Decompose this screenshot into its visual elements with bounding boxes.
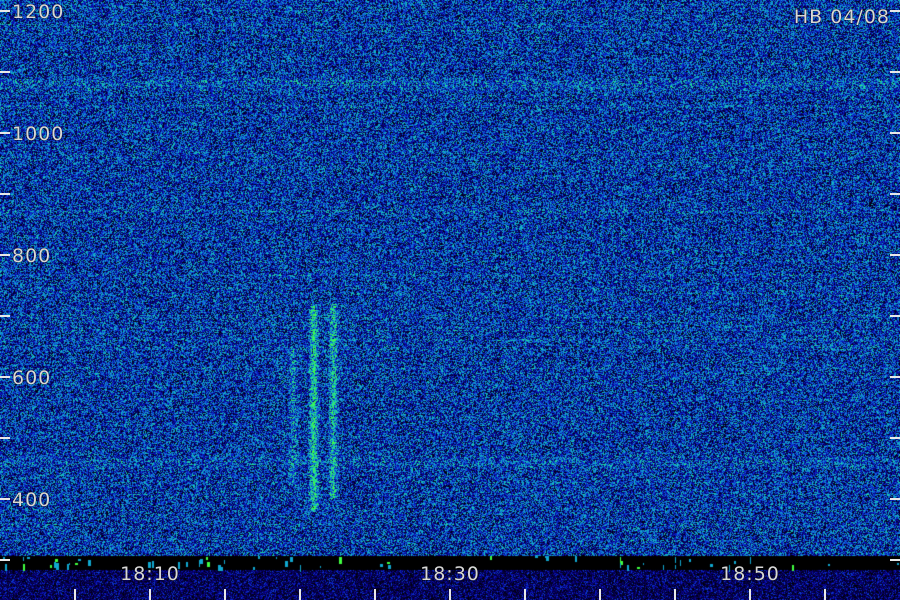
y-tick-label: 600 — [12, 367, 51, 389]
y-tick-label: 1000 — [12, 123, 64, 145]
x-tick-label: 18:30 — [420, 563, 480, 585]
y-tick-label: 400 — [12, 489, 51, 511]
spectrogram-chart: 1200 1000 800 600 400 18:10 18:30 18:50 HB 04/… — [0, 0, 900, 600]
station-date-label: HB 04/08 — [794, 6, 890, 28]
x-tick-label: 18:50 — [720, 563, 780, 585]
x-tick-label: 18:10 — [120, 563, 180, 585]
x-axis: 18:10 18:30 18:50 — [74, 563, 826, 600]
y-axis: 1200 1000 800 600 400 — [0, 1, 900, 561]
y-tick-label: 1200 — [12, 1, 64, 23]
chart-axes-overlay: 1200 1000 800 600 400 18:10 18:30 18:50 HB 04/… — [0, 1, 900, 600]
y-tick-label: 800 — [12, 245, 51, 267]
